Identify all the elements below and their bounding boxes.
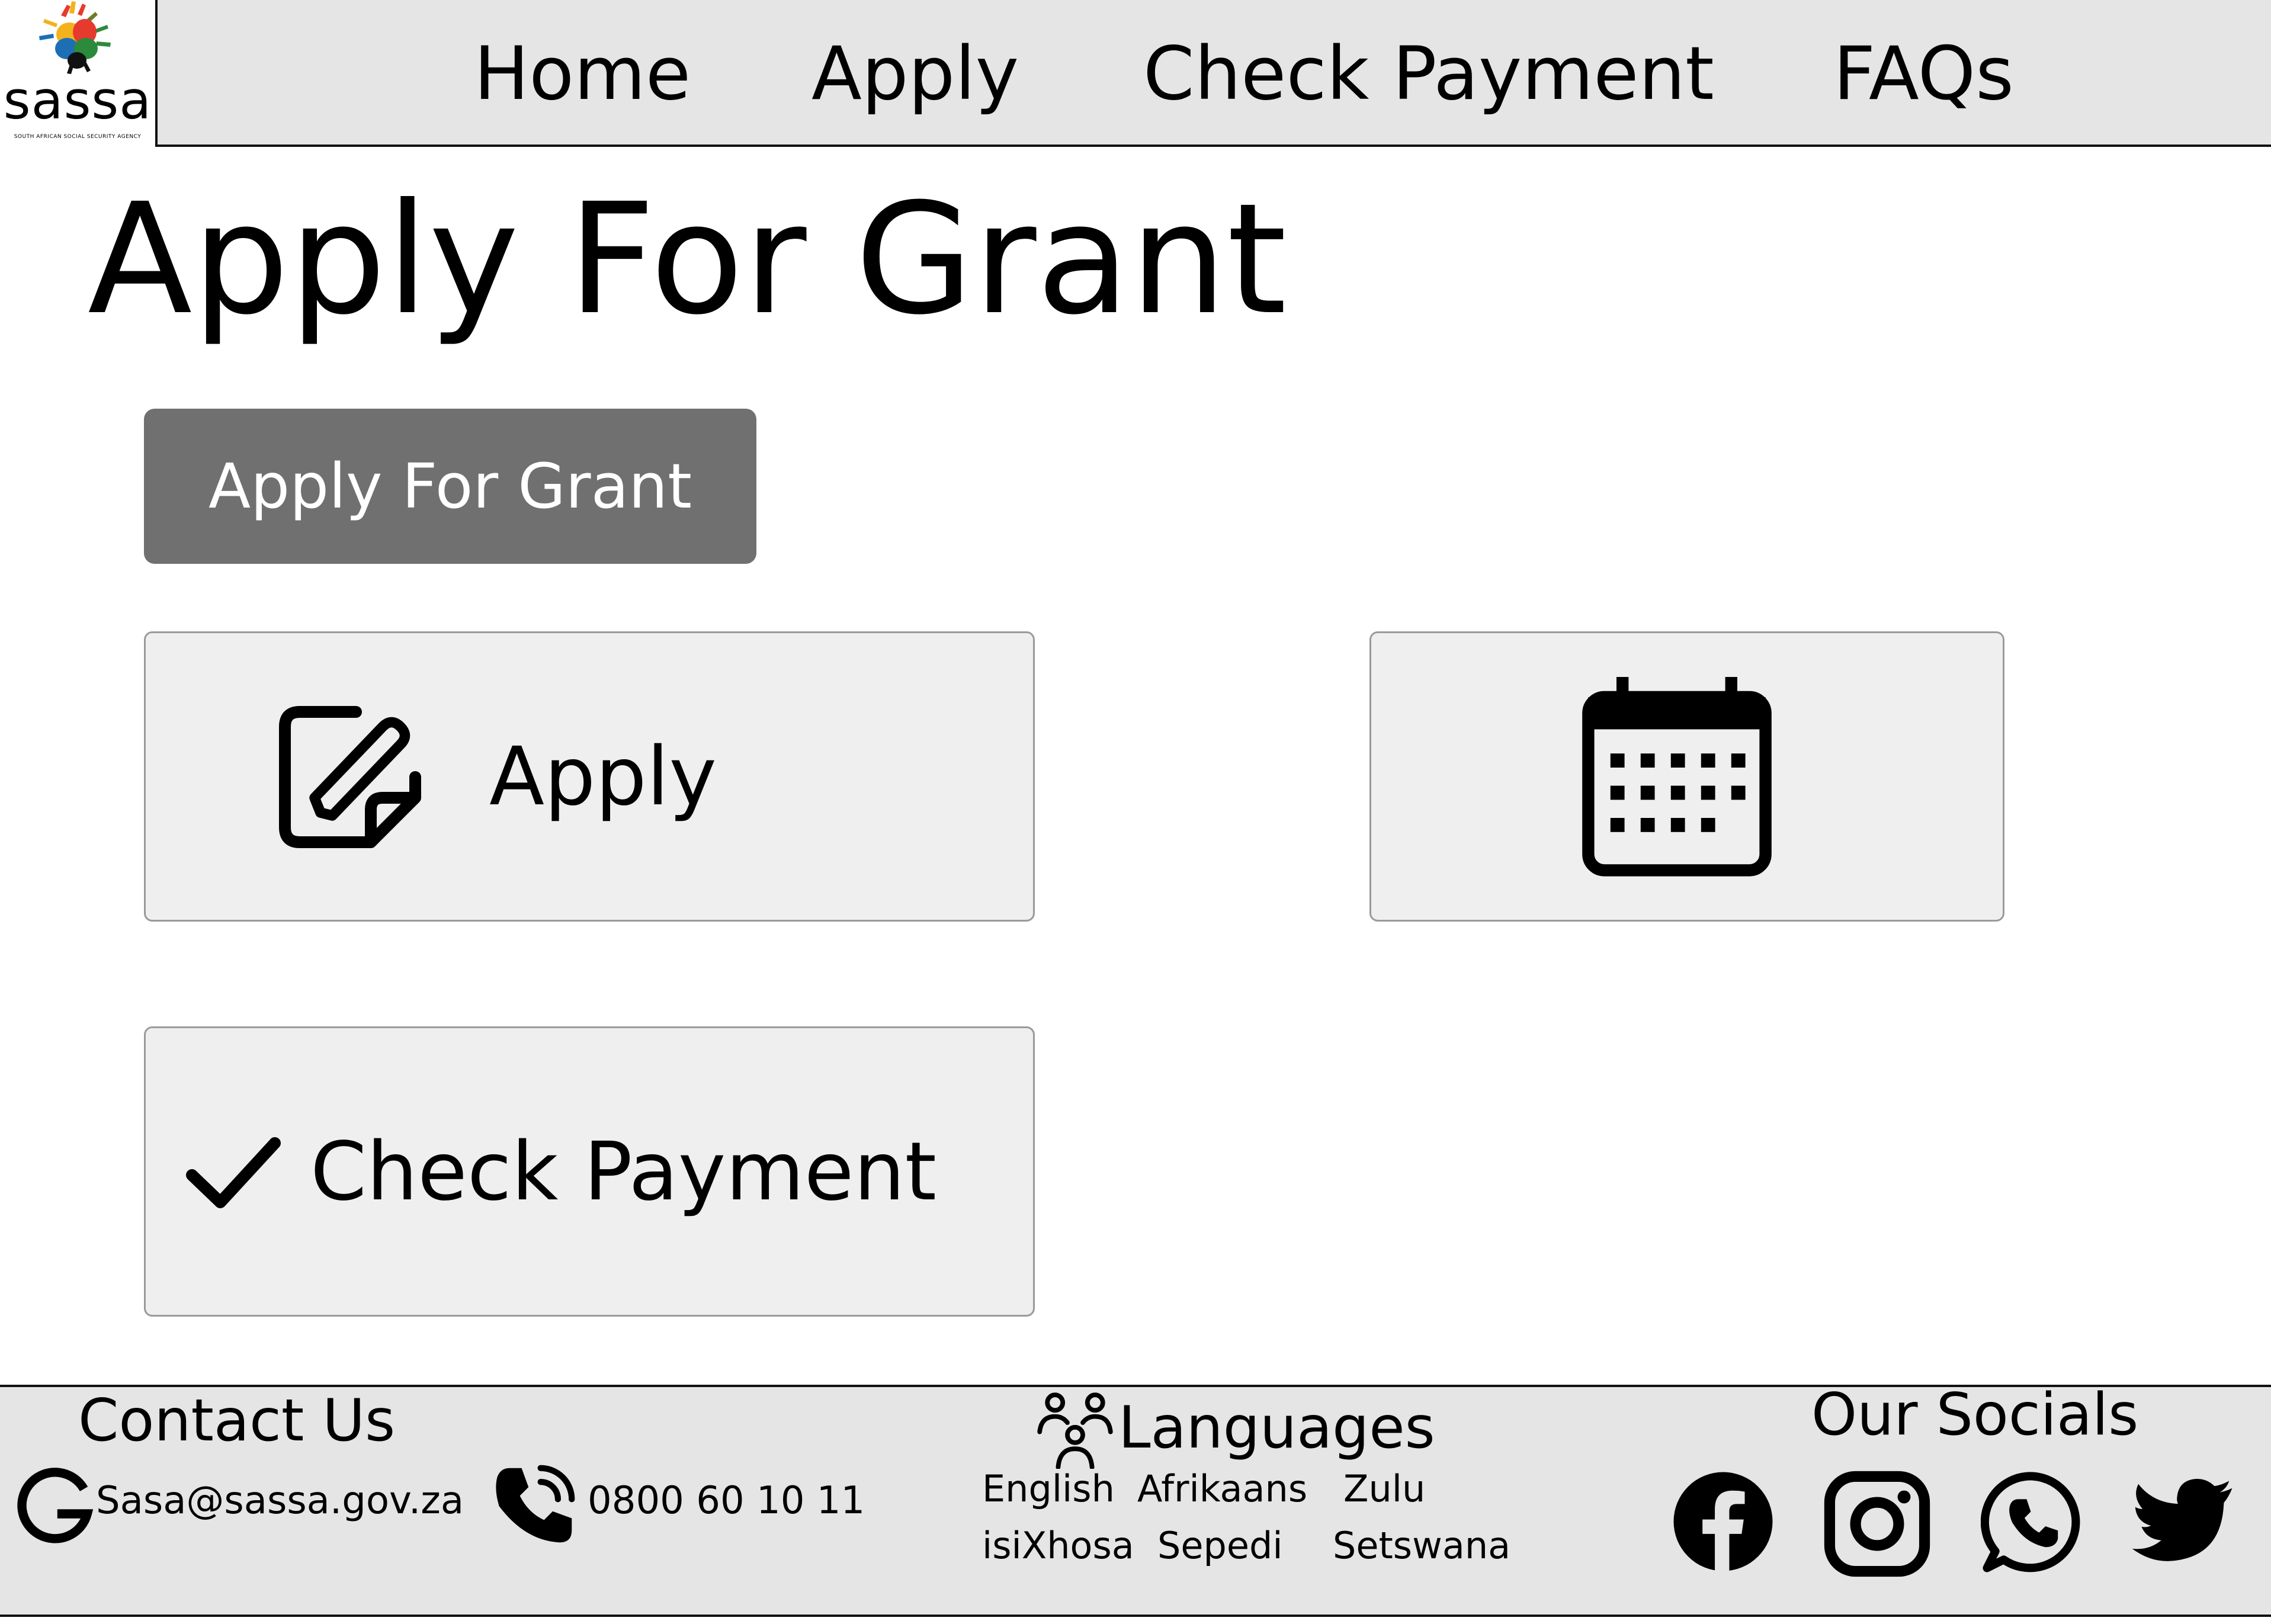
apply-for-grant-button[interactable]: Apply For Grant [144, 409, 756, 564]
nav-apply[interactable]: Apply [811, 30, 1019, 118]
contact-heading: Contact Us [78, 1387, 396, 1455]
apply-card[interactable]: Apply [144, 631, 1035, 922]
language-isixhosa[interactable]: isiXhosa [982, 1522, 1134, 1570]
instagram-icon[interactable] [1823, 1470, 1931, 1578]
contact-phone[interactable]: 0800 60 10 11 [588, 1477, 865, 1524]
logo-tagline: SOUTH AFRICAN SOCIAL SECURITY AGENCY [14, 134, 142, 140]
languages-heading: Languages [1118, 1394, 1435, 1462]
edit-note-icon [279, 706, 421, 848]
nav-check-payment[interactable]: Check Payment [1143, 30, 1714, 118]
calendar-card[interactable] [1369, 631, 2004, 922]
language-english[interactable]: English [982, 1465, 1115, 1513]
sassa-logo[interactable]: sassa SOUTH AFRICAN SOCIAL SECURITY AGEN… [0, 0, 158, 147]
checkmark-icon [186, 1137, 281, 1208]
nav-home[interactable]: Home [474, 30, 691, 118]
language-zulu[interactable]: Zulu [1343, 1465, 1425, 1513]
calendar-icon [1582, 677, 1772, 877]
logo-wordmark: sassa [3, 70, 152, 131]
google-icon[interactable] [14, 1464, 97, 1547]
people-icon [1037, 1392, 1113, 1469]
top-nav-bar: sassa SOUTH AFRICAN SOCIAL SECURITY AGEN… [0, 0, 2271, 147]
check-payment-card-label: Check Payment [310, 1125, 936, 1219]
footer: Contact Us Sasa@sassa.gov.za 0800 60 10 … [0, 1381, 2271, 1617]
nav-faqs[interactable]: FAQs [1833, 30, 2014, 118]
page-title: Apply For Grant [88, 171, 1287, 348]
hands-logo-icon [39, 1, 111, 74]
phone-icon[interactable] [490, 1463, 577, 1549]
check-payment-card[interactable]: Check Payment [144, 1026, 1035, 1317]
apply-card-label: Apply [489, 730, 717, 824]
socials-heading: Our Socials [1811, 1381, 2139, 1449]
twitter-icon[interactable] [2130, 1477, 2234, 1566]
contact-email[interactable]: Sasa@sassa.gov.za [96, 1477, 464, 1524]
whatsapp-icon[interactable] [1981, 1470, 2085, 1574]
language-afrikaans[interactable]: Afrikaans [1137, 1465, 1307, 1513]
language-sepedi[interactable]: Sepedi [1157, 1522, 1283, 1570]
facebook-icon[interactable] [1672, 1470, 1775, 1573]
language-setswana[interactable]: Setswana [1333, 1522, 1510, 1570]
